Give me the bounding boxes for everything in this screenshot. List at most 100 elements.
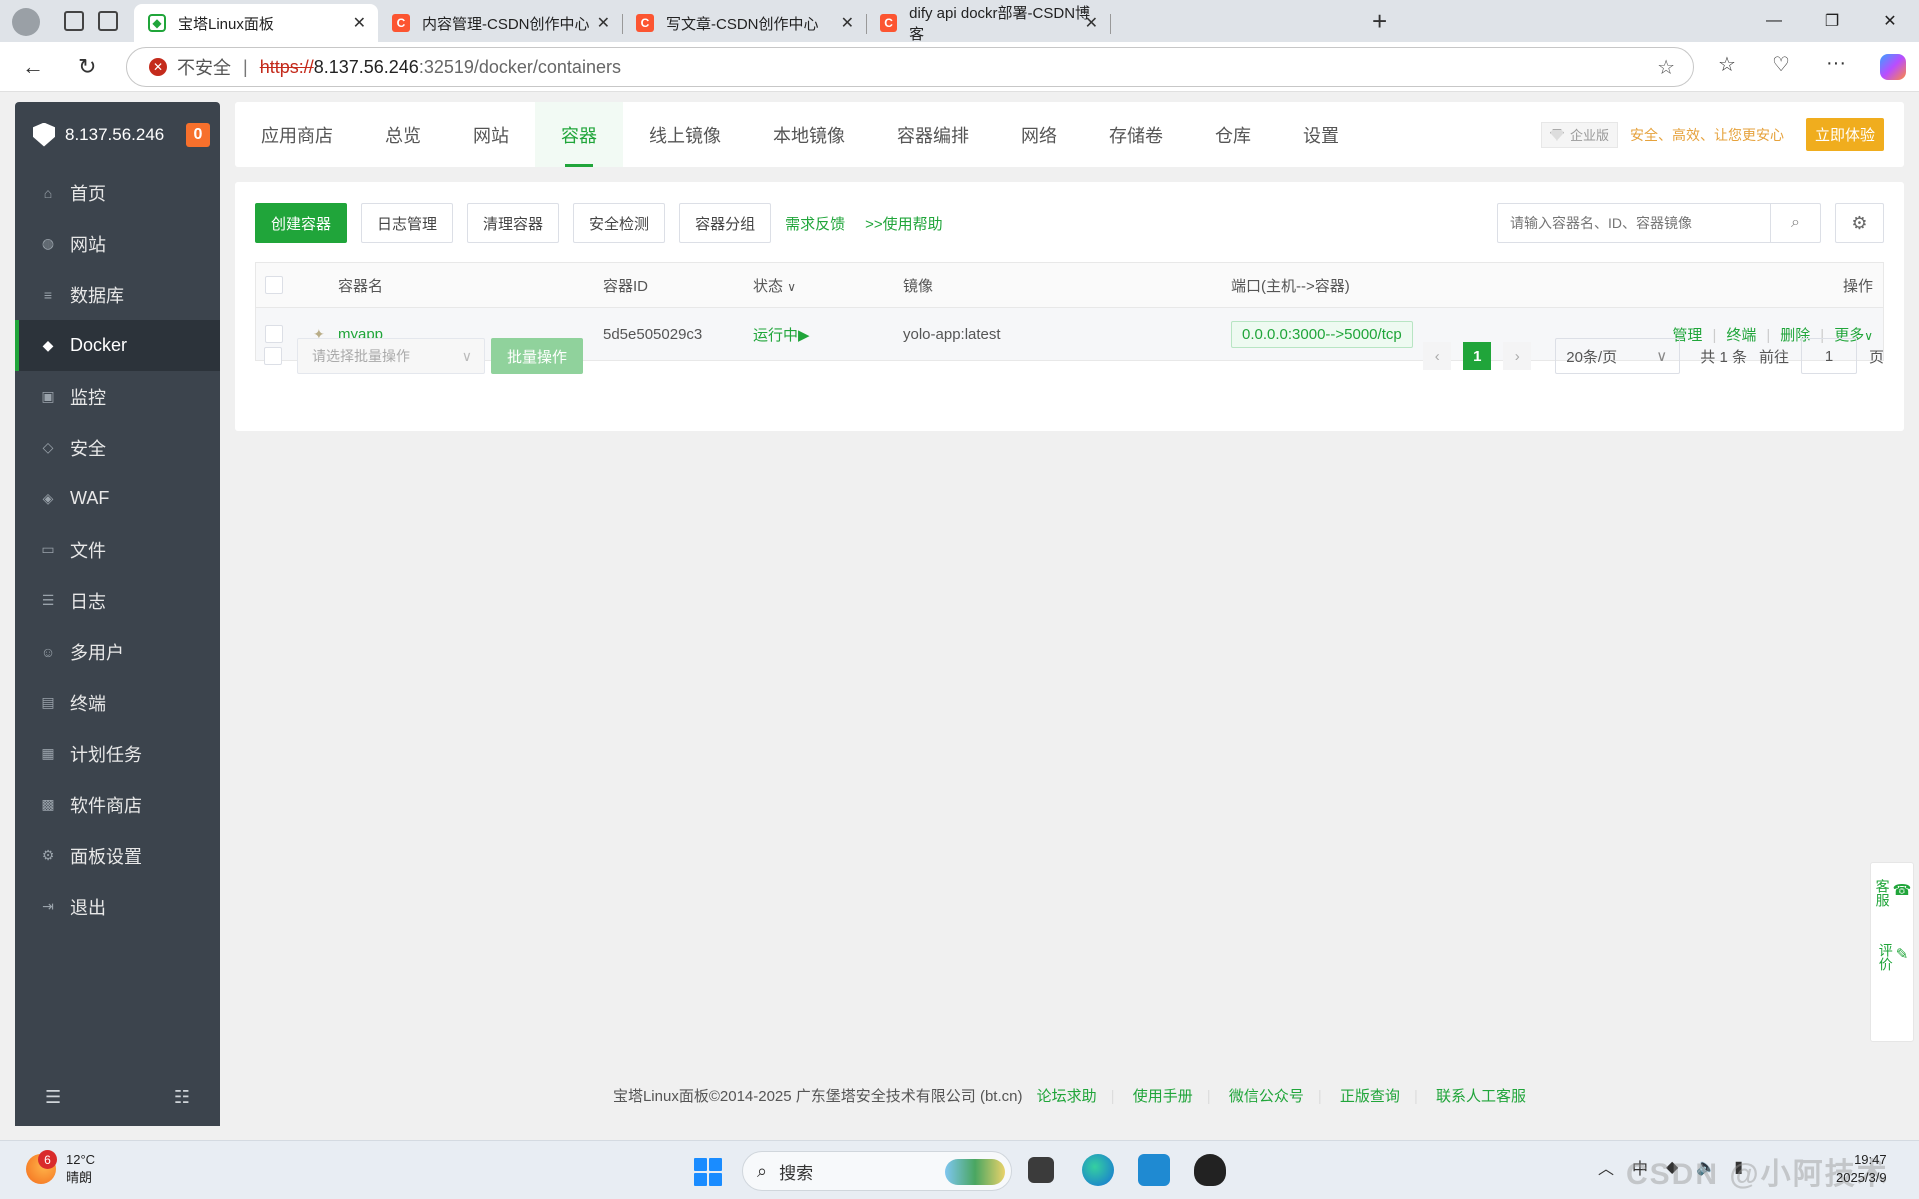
more-menu-icon[interactable]: ··· (1826, 52, 1846, 75)
sidebar-item-log[interactable]: ☰ 日志 (15, 575, 220, 626)
tab-docker-nav[interactable]: 存储卷 (1083, 102, 1189, 167)
users-icon: ☺ (40, 643, 56, 660)
browser-tab-csdn-write[interactable]: C 写文章-CSDN创作中心 ✕ (622, 4, 866, 42)
batch-operation-select[interactable]: 请选择批量操作 ∨ (297, 338, 485, 374)
page-size-select[interactable]: 20条/页 ∨ (1555, 338, 1681, 374)
browser-tab-csdn-blog[interactable]: C dify api dockr部署-CSDN博客 ✕ (866, 4, 1110, 43)
tab-docker-nav[interactable]: 网站 (447, 102, 535, 167)
tab-docker-nav[interactable]: 仓库 (1189, 102, 1277, 167)
sidebar-item-home[interactable]: ⌂ 首页 (15, 167, 220, 218)
close-icon[interactable]: ✕ (353, 13, 366, 33)
footer-link-forum[interactable]: 论坛求助 (1037, 1088, 1097, 1105)
sidebar-item-label: 终端 (70, 693, 106, 714)
footer-link-wechat[interactable]: 微信公众号 (1229, 1088, 1304, 1105)
window-close-icon[interactable]: ✕ (1861, 0, 1919, 42)
address-bar-row: ← ↻ ✕ 不安全 | https:// 8.137.56.246 :32519… (0, 42, 1919, 92)
footer-link-license[interactable]: 正版查询 (1340, 1088, 1400, 1105)
insecure-warning-icon: ✕ (149, 58, 167, 76)
sidebar-item-globe[interactable]: ◍ 网站 (15, 218, 220, 269)
sidebar-item-waf[interactable]: ◈ WAF (15, 473, 220, 524)
sidebar-item-database[interactable]: ≡ 数据库 (15, 269, 220, 320)
windows-start-icon[interactable] (694, 1158, 722, 1186)
profile-avatar[interactable] (12, 8, 40, 36)
sidebar-item-monitor[interactable]: ▣ 监控 (15, 371, 220, 422)
url-field[interactable]: ✕ 不安全 | https:// 8.137.56.246 :32519/doc… (126, 47, 1694, 87)
sidebar-item-gear[interactable]: ⚙ 面板设置 (15, 830, 220, 881)
browser-tab-bt-panel[interactable]: ◆ 宝塔Linux面板 ✕ (134, 4, 378, 42)
container-group-button[interactable]: 容器分组 (679, 203, 772, 243)
back-arrow-icon[interactable]: ← (22, 54, 44, 80)
task-view-icon[interactable] (1028, 1157, 1054, 1183)
sidebar-item-folder[interactable]: ▭ 文件 (15, 524, 220, 575)
batch-select-checkbox[interactable] (264, 347, 282, 365)
menu-list-icon[interactable]: ☷ (174, 1087, 190, 1108)
workspaces-icon[interactable] (64, 11, 84, 31)
help-link[interactable]: >>使用帮助 (865, 213, 943, 234)
terminal-icon: ▤ (41, 694, 55, 710)
sidebar-item-users[interactable]: ☺ 多用户 (15, 626, 220, 677)
customer-service-button[interactable]: ☎ 客服 (1873, 879, 1912, 907)
table-footer: 请选择批量操作 ∨ 批量操作 ‹ 1 › 20条/页 ∨ 共 1 条 前往 1 … (255, 338, 1884, 374)
minimize-icon[interactable]: — (1745, 0, 1803, 42)
sidebar-item-docker[interactable]: ◆ Docker (15, 320, 220, 371)
goto-page-input[interactable]: 1 (1800, 338, 1857, 374)
browser-tab-csdn-content[interactable]: C 内容管理-CSDN创作中心 ✕ (378, 4, 622, 42)
table-settings-gear-icon[interactable]: ⚙ (1835, 203, 1884, 243)
sidebar-item-shield[interactable]: ◇ 安全 (15, 422, 220, 473)
favorites-icon[interactable]: ☆ (1718, 52, 1736, 77)
clean-containers-button[interactable]: 清理容器 (467, 203, 560, 243)
select-all-checkbox[interactable] (265, 276, 283, 294)
close-icon[interactable]: ✕ (1085, 13, 1098, 33)
edge-browser-icon[interactable] (1082, 1154, 1114, 1186)
next-page-icon[interactable]: › (1503, 342, 1532, 370)
copilot-icon[interactable] (1880, 54, 1906, 80)
container-search-input[interactable] (1498, 204, 1770, 242)
review-button[interactable]: ✎ 评价 (1876, 943, 1909, 971)
sidebar-item-label: 网站 (70, 234, 106, 255)
feedback-link[interactable]: 需求反馈 (785, 213, 845, 234)
notification-badge[interactable]: 0 (186, 123, 210, 147)
weather-widget[interactable]: 6 12°C 晴朗 (26, 1150, 95, 1187)
container-search: ⌕ (1497, 203, 1821, 243)
tab-docker-nav[interactable]: 容器编排 (871, 102, 995, 167)
search-icon[interactable]: ⌕ (1770, 204, 1820, 242)
close-icon[interactable]: ✕ (841, 13, 854, 33)
tab-docker-nav[interactable]: 网络 (995, 102, 1083, 167)
tray-expand-icon[interactable]: ︿ (1598, 1155, 1614, 1179)
sidebar-item-label: 日志 (70, 591, 106, 612)
tab-docker-nav[interactable]: 设置 (1277, 102, 1365, 167)
tab-docker-nav[interactable]: 本地镜像 (747, 102, 871, 167)
close-icon[interactable]: ✕ (597, 13, 610, 33)
vscode-icon[interactable] (1138, 1154, 1170, 1186)
tab-actions-icon[interactable] (98, 11, 118, 31)
reload-icon[interactable]: ↻ (78, 54, 96, 80)
create-container-button[interactable]: 创建容器 (255, 203, 348, 243)
favorite-star-icon[interactable]: ☆ (1657, 55, 1675, 80)
footer-link-manual[interactable]: 使用手册 (1133, 1088, 1193, 1105)
page-number[interactable]: 1 (1463, 342, 1492, 370)
browser-essentials-icon[interactable]: ♡ (1772, 52, 1790, 77)
security-check-button[interactable]: 安全检测 (573, 203, 666, 243)
footer-link-support[interactable]: 联系人工客服 (1436, 1088, 1526, 1105)
batch-operation-button[interactable]: 批量操作 (491, 338, 583, 374)
tab-docker-nav[interactable]: 容器 (535, 102, 623, 167)
qq-icon[interactable] (1194, 1154, 1226, 1186)
sidebar-item-logout[interactable]: ⇥ 退出 (15, 881, 220, 932)
sidebar-item-terminal[interactable]: ▤ 终端 (15, 677, 220, 728)
prev-page-icon[interactable]: ‹ (1423, 342, 1452, 370)
new-tab-icon[interactable]: + (1372, 6, 1387, 37)
collapse-sidebar-icon[interactable]: ☰ (45, 1087, 61, 1108)
weather-badge: 6 (38, 1150, 57, 1169)
tab-docker-nav[interactable]: 线上镜像 (623, 102, 747, 167)
sidebar-item-apps[interactable]: ▩ 软件商店 (15, 779, 220, 830)
col-status[interactable]: 状态 ∨ (753, 275, 796, 296)
log-management-button[interactable]: 日志管理 (361, 203, 454, 243)
taskbar-search[interactable]: ⌕ 搜索 (742, 1151, 1012, 1191)
restore-icon[interactable]: ❐ (1803, 0, 1861, 42)
tab-docker-nav[interactable]: 应用商店 (235, 102, 359, 167)
tab-docker-nav[interactable]: 总览 (359, 102, 447, 167)
sidebar-item-calendar[interactable]: ▦ 计划任务 (15, 728, 220, 779)
logout-icon: ⇥ (42, 898, 54, 914)
system-clock[interactable]: 19:47 2025/3/9 (1836, 1151, 1887, 1187)
try-now-button[interactable]: 立即体验 (1805, 118, 1884, 151)
